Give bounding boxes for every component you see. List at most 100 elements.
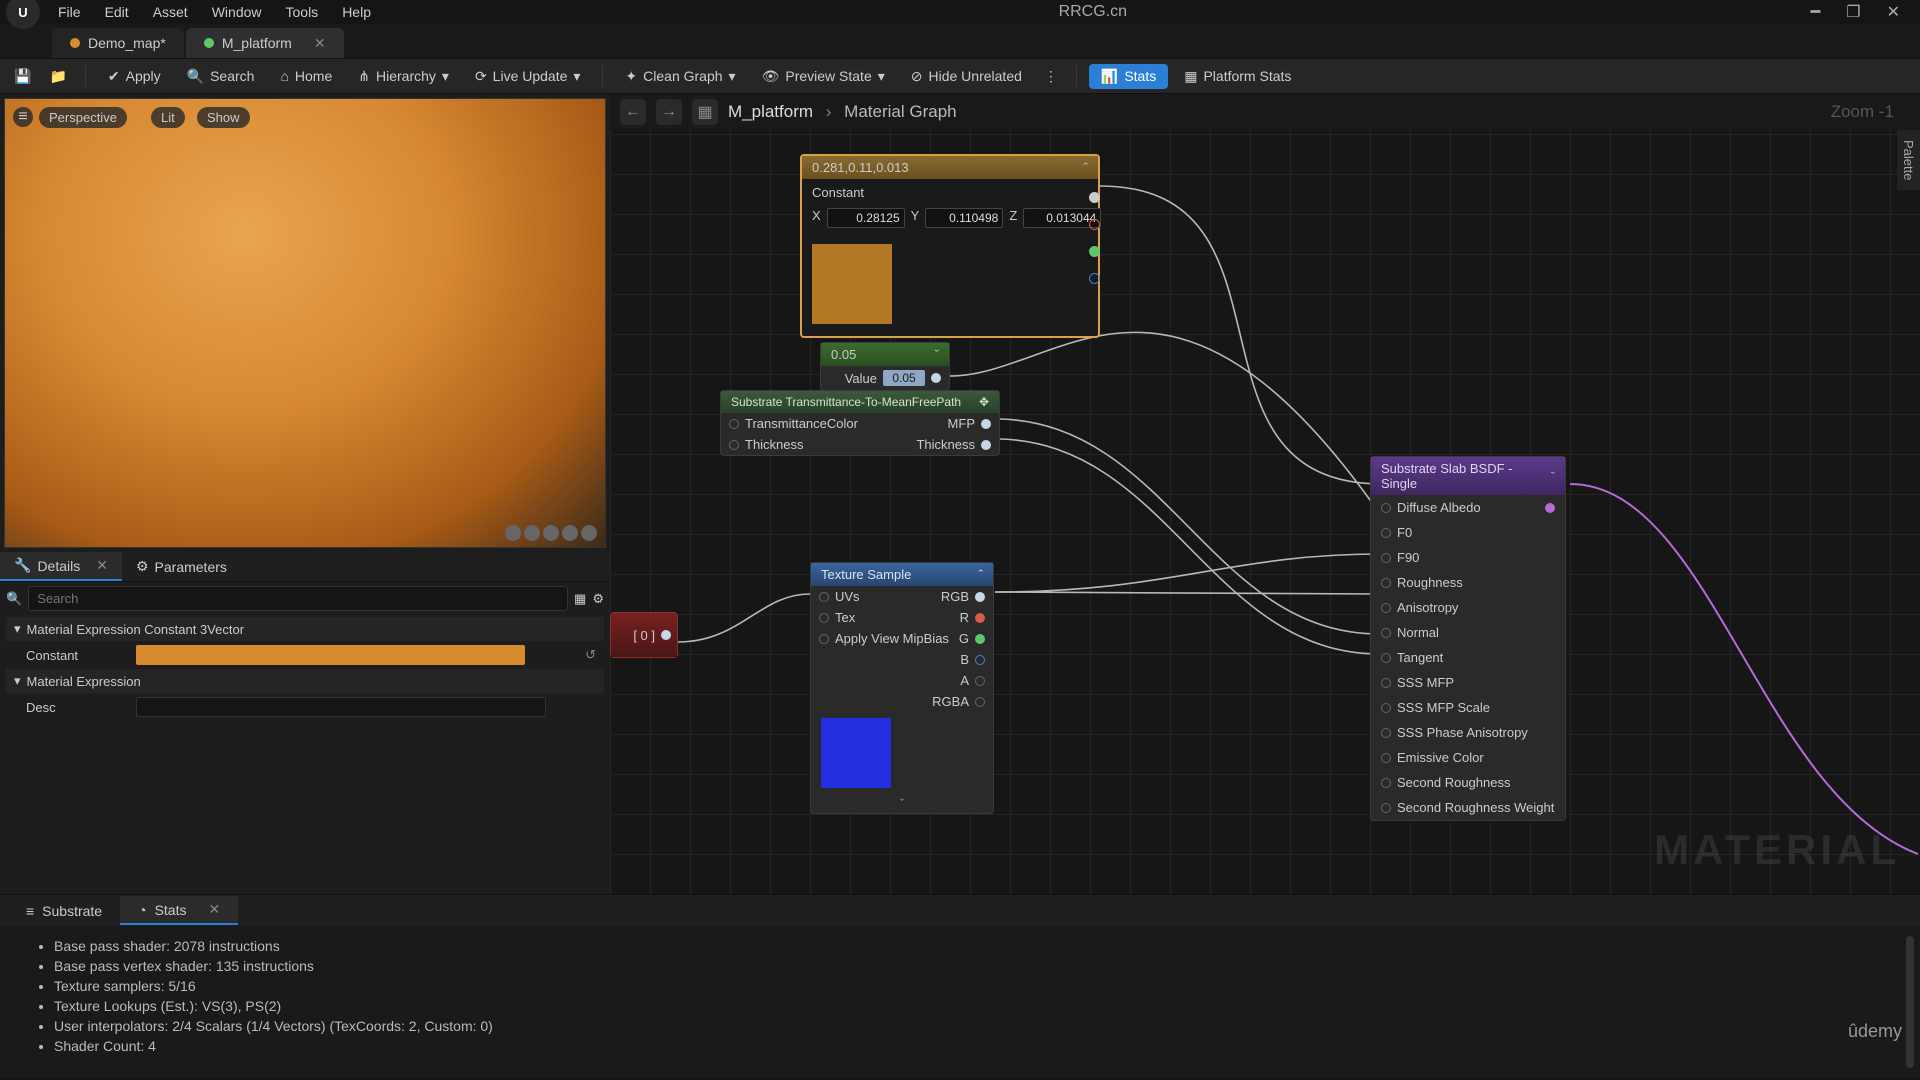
output-pin-b[interactable] [975,655,985,665]
details-search-input[interactable] [28,586,568,611]
maximize-icon[interactable]: ❐ [1838,0,1868,24]
search-button[interactable]: 🔍Search [177,64,265,89]
show-toggle[interactable]: Show [197,107,250,128]
output-pin-r[interactable] [975,613,985,623]
tab-details[interactable]: 🔧Details✕ [0,552,122,581]
output-pin-g[interactable] [975,634,985,644]
plane-icon[interactable] [562,525,578,541]
node-header[interactable]: Substrate Transmittance-To-MeanFreePath✥ [721,391,999,413]
minimize-icon[interactable]: ━ [1803,0,1829,24]
save-button[interactable]: 💾 [8,64,37,89]
breadcrumb-root[interactable]: M_platform [728,102,813,121]
tab-parameters[interactable]: ⚙Parameters [122,552,241,581]
output-pin-a[interactable] [975,676,985,686]
apply-button[interactable]: ✔Apply [98,64,171,89]
output-pin-r[interactable] [1089,219,1100,230]
node-transmittance-to-mfp[interactable]: Substrate Transmittance-To-MeanFreePath✥… [720,390,1000,456]
input-pin[interactable] [1381,528,1391,538]
output-pin-rgba[interactable] [975,697,985,707]
material-graph[interactable]: ← → ▦ M_platform › Material Graph Zoom -… [610,94,1920,894]
input-pin[interactable] [1381,803,1391,813]
constant-y-input[interactable] [925,208,1003,228]
perspective-toggle[interactable]: Perspective [39,107,127,128]
preview-state-button[interactable]: 👁Preview State▾ [752,64,895,89]
gear-icon[interactable]: ⚙ [592,591,604,607]
chevron-down-icon[interactable]: ˇ [811,794,993,813]
scalar-value-input[interactable] [883,370,925,386]
hide-unrelated-button[interactable]: ⊘Hide Unrelated [901,64,1032,89]
output-pin-g[interactable] [1089,246,1100,257]
input-pin-uvs[interactable] [819,592,829,602]
node-texcoord[interactable]: [ 0 ] [610,612,678,658]
node-header[interactable]: 0.281,0.11,0.013ˆ [802,156,1098,179]
input-pin[interactable] [1381,678,1391,688]
node-scalar[interactable]: 0.05ˇ Value [820,342,950,391]
constant-swatch[interactable] [812,244,892,324]
chevron-down-icon[interactable]: ˇ [935,347,939,362]
node-substrate-bsdf[interactable]: Substrate Slab BSDF - Singleˇ Diffuse Al… [1370,456,1566,821]
menu-asset[interactable]: Asset [141,2,200,22]
node-header[interactable]: 0.05ˇ [821,343,949,366]
node-constant3vector[interactable]: 0.281,0.11,0.013ˆ Constant X Y Z [800,154,1100,338]
preview-viewport[interactable]: ≡ Perspective Lit Show [4,98,606,548]
tab-close-icon[interactable]: ✕ [96,557,108,574]
output-pin-b[interactable] [1089,273,1100,284]
clean-graph-button[interactable]: ✦Clean Graph▾ [615,64,745,89]
section-material-expression[interactable]: ▾Material Expression [6,669,604,693]
input-pin[interactable] [1381,603,1391,613]
lit-toggle[interactable]: Lit [151,107,185,128]
tab-stats[interactable]: ◔Stats✕ [120,896,238,925]
platform-stats-button[interactable]: ▦Platform Stats [1174,64,1301,89]
scrollbar[interactable] [1906,936,1914,1068]
reset-icon[interactable]: ↺ [585,647,596,663]
menu-edit[interactable]: Edit [93,2,141,22]
nav-forward-icon[interactable]: → [656,99,682,125]
input-pin[interactable] [1381,628,1391,638]
input-pin[interactable] [1381,753,1391,763]
tab-substrate[interactable]: ≡Substrate [8,898,120,924]
grid-icon[interactable]: ▦ [692,99,718,125]
home-button[interactable]: ⌂Home [270,64,342,88]
overflow-button[interactable]: ⋮ [1038,64,1064,89]
chevron-up-icon[interactable]: ˆ [1084,160,1088,175]
cylinder-icon[interactable] [543,525,559,541]
menu-help[interactable]: Help [330,2,383,22]
palette-tab[interactable]: Palette [1897,130,1920,190]
output-pin[interactable] [931,373,941,383]
input-pin[interactable] [1381,578,1391,588]
tab-close-icon[interactable]: ✕ [208,901,220,918]
input-pin[interactable] [1381,778,1391,788]
browse-button[interactable]: 📁 [43,64,72,89]
tab-demo-map[interactable]: Demo_map* [52,28,184,58]
tab-m-platform[interactable]: M_platform ✕ [186,28,344,58]
node-header[interactable]: Substrate Slab BSDF - Singleˇ [1371,457,1565,495]
input-pin[interactable] [1381,503,1391,513]
output-pin-rgb[interactable] [975,592,985,602]
close-icon[interactable]: ✕ [1879,0,1908,24]
cube-icon[interactable] [524,525,540,541]
chevron-up-icon[interactable]: ˆ [979,567,983,582]
output-pin[interactable] [661,630,671,640]
tab-close-icon[interactable]: ✕ [314,35,326,52]
section-constant3vector[interactable]: ▾Material Expression Constant 3Vector [6,617,604,641]
hierarchy-button[interactable]: ⋔Hierarchy▾ [348,64,459,89]
output-pin-rgb[interactable] [1089,192,1100,203]
grid-icon[interactable]: ▦ [574,591,586,607]
chevron-down-icon[interactable]: ˇ [1551,469,1555,484]
input-pin-mip[interactable] [819,634,829,644]
viewport-menu-icon[interactable]: ≡ [13,107,33,127]
menu-tools[interactable]: Tools [274,2,331,22]
live-update-button[interactable]: ⟳Live Update▾ [465,64,590,89]
menu-window[interactable]: Window [200,2,274,22]
input-pin[interactable] [1381,653,1391,663]
sphere-icon[interactable] [505,525,521,541]
output-pin[interactable] [1545,503,1555,513]
node-header[interactable]: Texture Sampleˆ [811,563,993,586]
output-pin[interactable] [981,440,991,450]
stats-button[interactable]: 📊Stats [1089,64,1168,89]
input-pin[interactable] [1381,703,1391,713]
node-texture-sample[interactable]: Texture Sampleˆ UVsRGB TexR Apply View M… [810,562,994,814]
constant-x-input[interactable] [827,208,905,228]
constant-color-swatch[interactable] [136,645,525,665]
texture-thumbnail[interactable] [821,718,891,788]
